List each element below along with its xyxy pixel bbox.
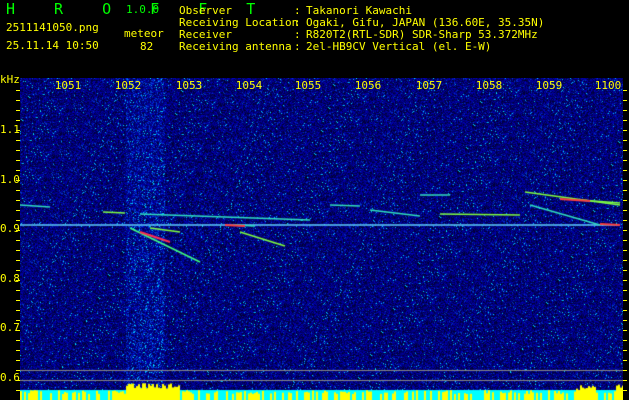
- y-tick-mark: [16, 310, 20, 311]
- x-tick-label: 1056: [354, 79, 382, 92]
- file-datetime: 25.11.14 10:50: [6, 39, 99, 52]
- y-tick-mark: [623, 200, 627, 201]
- y-tick-mark: [623, 260, 627, 261]
- y-tick-label: 0.6: [0, 371, 20, 384]
- y-tick-mark: [623, 120, 627, 121]
- y-tick-mark: [623, 320, 627, 321]
- y-tick-mark: [16, 320, 20, 321]
- y-tick-mark: [623, 160, 627, 161]
- y-tick-mark: [623, 220, 627, 221]
- y-tick-mark: [623, 350, 627, 351]
- y-tick-mark: [623, 290, 627, 291]
- y-tick-mark: [623, 180, 627, 181]
- y-tick-mark: [623, 360, 627, 361]
- info-label: Receiving antenna: [179, 40, 292, 53]
- y-tick-mark: [16, 300, 20, 301]
- y-tick-mark: [16, 260, 20, 261]
- y-tick-mark: [16, 350, 20, 351]
- y-tick-mark: [623, 230, 627, 231]
- x-tick-label: 1052: [114, 79, 142, 92]
- y-tick-label: 0.7: [0, 321, 20, 335]
- y-tick-mark: [623, 380, 627, 381]
- y-tick-label: 1.1: [0, 123, 20, 136]
- x-tick-label: 1054: [235, 79, 263, 92]
- y-tick-mark: [16, 290, 20, 291]
- y-tick-mark: [16, 100, 20, 101]
- x-tick-label: 1100: [594, 79, 622, 92]
- y-tick-mark: [16, 160, 20, 161]
- y-tick-mark: [16, 380, 20, 381]
- y-tick-mark: [623, 370, 627, 371]
- y-tick-mark: [16, 130, 20, 131]
- y-tick-mark: [16, 190, 20, 191]
- y-tick-mark: [623, 250, 627, 251]
- y-tick-mark: [623, 270, 627, 271]
- y-tick-mark: [623, 100, 627, 101]
- y-tick-mark: [16, 270, 20, 271]
- y-tick-mark: [623, 330, 627, 331]
- y-tick-mark: [623, 90, 627, 91]
- y-tick-mark: [623, 240, 627, 241]
- y-tick-mark: [623, 310, 627, 311]
- y-tick-mark: [623, 190, 627, 191]
- y-tick-mark: [623, 280, 627, 281]
- x-tick-label: 1053: [175, 79, 203, 92]
- x-tick-label: 1055: [294, 79, 322, 92]
- y-tick-mark: [623, 390, 627, 391]
- meteor-label: meteor: [124, 27, 164, 40]
- y-tick-mark: [623, 210, 627, 211]
- y-tick-mark: [16, 240, 20, 241]
- y-tick-mark: [623, 170, 627, 171]
- y-tick-mark: [16, 110, 20, 111]
- y-tick-mark: [16, 230, 20, 231]
- spectrogram: [20, 78, 623, 400]
- y-tick-mark: [16, 360, 20, 361]
- y-tick-mark: [623, 300, 627, 301]
- y-tick-label: 0.9: [0, 222, 20, 236]
- x-tick-label: 1058: [475, 79, 503, 92]
- y-tick-mark: [16, 280, 20, 281]
- y-tick-mark: [623, 130, 627, 131]
- info-sep: :: [294, 40, 301, 53]
- y-tick-mark: [16, 390, 20, 391]
- y-tick-label: 1.0: [0, 172, 20, 186]
- y-tick-label: 0.8: [0, 271, 20, 285]
- y-tick-mark: [16, 330, 20, 331]
- y-tick-mark: [16, 170, 20, 171]
- x-tick-label: 1057: [415, 79, 443, 92]
- y-tick-mark: [16, 180, 20, 181]
- y-tick-mark: [16, 340, 20, 341]
- y-tick-mark: [16, 150, 20, 151]
- y-tick-mark: [16, 210, 20, 211]
- y-tick-mark: [16, 90, 20, 91]
- y-tick-mark: [623, 140, 627, 141]
- y-axis-unit: kHz: [0, 73, 20, 86]
- y-tick-mark: [16, 140, 20, 141]
- y-tick-mark: [623, 110, 627, 111]
- meteor-count: 82: [140, 40, 154, 53]
- y-tick-mark: [16, 370, 20, 371]
- y-tick-mark: [623, 340, 627, 341]
- file-name: 2511141050.png: [6, 21, 99, 34]
- x-tick-label: 1051: [54, 79, 82, 92]
- x-tick-label: 1059: [535, 79, 563, 92]
- y-tick-mark: [16, 220, 20, 221]
- info-value: 2el-HB9CV Vertical (el. E-W): [306, 40, 492, 53]
- y-tick-mark: [16, 120, 20, 121]
- y-tick-mark: [16, 200, 20, 201]
- app-version: 1.0.0: [126, 3, 160, 16]
- y-tick-mark: [623, 150, 627, 151]
- y-tick-mark: [16, 250, 20, 251]
